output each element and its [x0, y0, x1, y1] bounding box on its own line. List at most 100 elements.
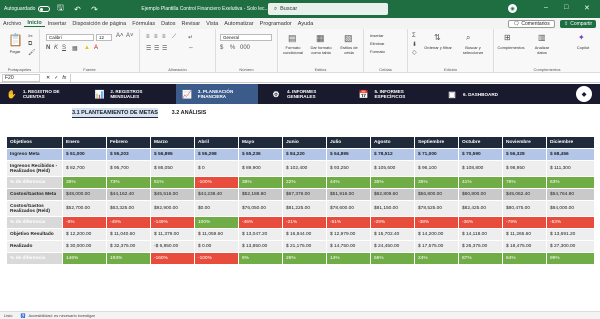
menu-insertar[interactable]: Insertar	[45, 21, 70, 27]
fill-color-icon[interactable]: ▲	[84, 45, 90, 51]
table-cell[interactable]: $78,600.00	[326, 200, 371, 217]
table-cell[interactable]: $ 26,375.00	[458, 240, 503, 253]
redo-icon[interactable]: ↷	[87, 3, 101, 15]
table-cell[interactable]: $ 68,456	[546, 148, 595, 161]
table-cell[interactable]: $52,700.00	[62, 200, 107, 217]
table-cell[interactable]: $84,000.00	[546, 200, 595, 217]
table-cell[interactable]: $51,916.00	[326, 188, 371, 201]
insert-cells-label[interactable]: Insertar	[370, 33, 400, 38]
table-cell[interactable]: 24%	[414, 252, 459, 265]
table-cell[interactable]: -$ 6,850.00	[150, 240, 195, 253]
merge-icon[interactable]: ⇔	[188, 45, 194, 51]
table-cell[interactable]: $80,475.00	[502, 200, 547, 217]
accessibility-status[interactable]: Accesibilidad: es necesario investigar	[28, 313, 94, 318]
align-right-icon[interactable]: ☰	[162, 45, 167, 52]
header-month[interactable]: Abril	[194, 136, 239, 149]
table-cell[interactable]: $ 111,300	[546, 160, 595, 177]
wrap-text-icon[interactable]: ↵	[188, 34, 193, 41]
table-cell[interactable]: $ 11,379.00	[150, 228, 195, 241]
table-cell[interactable]: 14%	[326, 252, 371, 265]
conditional-format-icon[interactable]: ▤	[288, 33, 297, 44]
table-cell[interactable]: 26%	[282, 252, 327, 265]
format-painter-icon[interactable]: 🖌	[28, 49, 36, 56]
orientation-icon[interactable]: ⟋	[172, 34, 176, 41]
comma-icon[interactable]: 000	[240, 45, 250, 51]
italic-icon[interactable]: K	[54, 45, 58, 51]
conditional-format-label[interactable]: Formato condicional	[280, 45, 306, 55]
row-label[interactable]: Ingreso Meta	[6, 148, 63, 161]
header-month[interactable]: Marzo	[150, 136, 195, 149]
table-cell[interactable]: 193%	[106, 252, 151, 265]
table-cell[interactable]: $62,809.60	[370, 188, 415, 201]
row-label[interactable]: Realizado	[6, 240, 63, 253]
table-cell[interactable]: -160%	[150, 252, 195, 265]
table-cell[interactable]: -36%	[458, 216, 503, 229]
table-cell[interactable]: $ 86,050	[150, 160, 195, 177]
maximize-icon[interactable]: □	[564, 4, 568, 11]
table-cell[interactable]: -46%	[238, 216, 283, 229]
table-cell[interactable]: -53%	[546, 216, 595, 229]
header-month[interactable]: Enero	[62, 136, 107, 149]
table-cell[interactable]: 6%	[238, 252, 283, 265]
clear-icon[interactable]: ◇	[412, 49, 417, 56]
table-cell[interactable]: -51%	[326, 216, 371, 229]
nav-registros-mensuales[interactable]: 📊 2. REGISTROS MENSUALES	[88, 84, 170, 104]
share-button[interactable]: ⇪ Compartir	[560, 20, 597, 28]
table-cell[interactable]: $ 18,475.00	[502, 240, 547, 253]
table-cell[interactable]: 38%	[238, 176, 283, 189]
table-cell[interactable]: 87%	[458, 252, 503, 265]
sort-filter-label[interactable]: Ordenar y filtrar	[424, 45, 452, 50]
autosum-icon[interactable]: Σ	[412, 33, 416, 39]
row-label[interactable]: Ingresos Recibidos - Realizados (Reld)	[6, 160, 63, 177]
copy-icon[interactable]: ⧉	[28, 41, 32, 48]
table-cell[interactable]: $44,162.40	[106, 188, 151, 201]
table-cell[interactable]: $ 21,175.00	[282, 240, 327, 253]
table-cell[interactable]: $ 11,265.60	[502, 228, 547, 241]
table-cell[interactable]: $54,764.80	[546, 188, 595, 201]
table-cell[interactable]: $ 14,200.00	[414, 228, 459, 241]
cancel-icon[interactable]: ✕	[46, 75, 50, 81]
percent-icon[interactable]: %	[230, 45, 235, 51]
sort-filter-icon[interactable]: ⇅	[434, 33, 441, 42]
save-icon[interactable]: 🖫	[53, 3, 67, 15]
format-table-icon[interactable]: ▦	[316, 33, 325, 44]
table-cell[interactable]: $ 56,328	[502, 148, 547, 161]
table-cell[interactable]: $ 93,250	[326, 160, 371, 177]
table-cell[interactable]: $ 14,750.00	[326, 240, 371, 253]
copilot-icon[interactable]: ✦	[578, 33, 585, 42]
table-cell[interactable]: $ 0.00	[194, 240, 239, 253]
align-center-icon[interactable]: ☰	[154, 45, 159, 52]
table-cell[interactable]: $ 64,895	[326, 148, 371, 161]
table-cell[interactable]: $ 0	[194, 160, 239, 177]
bold-icon[interactable]: N	[46, 45, 50, 51]
table-cell[interactable]: $92,900.00	[150, 200, 195, 217]
format-cells-label[interactable]: Formato	[370, 49, 400, 54]
table-cell[interactable]: $ 96,100	[414, 160, 459, 177]
table-cell[interactable]: $63,325.00	[106, 200, 151, 217]
table-cell[interactable]: $ 32,375.00	[106, 240, 151, 253]
header-month[interactable]: Noviembre	[502, 136, 547, 149]
paste-label[interactable]: Pegar	[6, 49, 24, 54]
cell-styles-label[interactable]: Estilos de celda	[336, 45, 362, 55]
minimize-icon[interactable]: –	[544, 4, 548, 11]
search-box[interactable]: ⌕ Buscar	[268, 3, 388, 15]
table-cell[interactable]: $ 14,118.00	[458, 228, 503, 241]
table-cell[interactable]: $45,062.40	[502, 188, 547, 201]
table-cell[interactable]: 76%	[502, 176, 547, 189]
table-cell[interactable]: 73%	[106, 176, 151, 189]
align-middle-icon[interactable]: ≡	[154, 34, 158, 40]
table-cell[interactable]: -100%	[194, 176, 239, 189]
table-cell[interactable]: 146%	[62, 252, 107, 265]
table-cell[interactable]: 63%	[546, 176, 595, 189]
addins-label[interactable]: Complementos	[496, 45, 526, 50]
undo-icon[interactable]: ↶	[70, 3, 84, 15]
table-cell[interactable]: -29%	[370, 216, 415, 229]
table-cell[interactable]: $ 65,236	[238, 148, 283, 161]
table-cell[interactable]: $45,516.00	[150, 188, 195, 201]
close-icon[interactable]: ✕	[584, 4, 590, 12]
table-cell[interactable]: -8%	[62, 216, 107, 229]
table-cell[interactable]: 35%	[414, 176, 459, 189]
name-box[interactable]: F20	[2, 73, 40, 82]
table-cell[interactable]: $82,425.00	[458, 200, 503, 217]
header-month[interactable]: Mayo	[238, 136, 283, 149]
